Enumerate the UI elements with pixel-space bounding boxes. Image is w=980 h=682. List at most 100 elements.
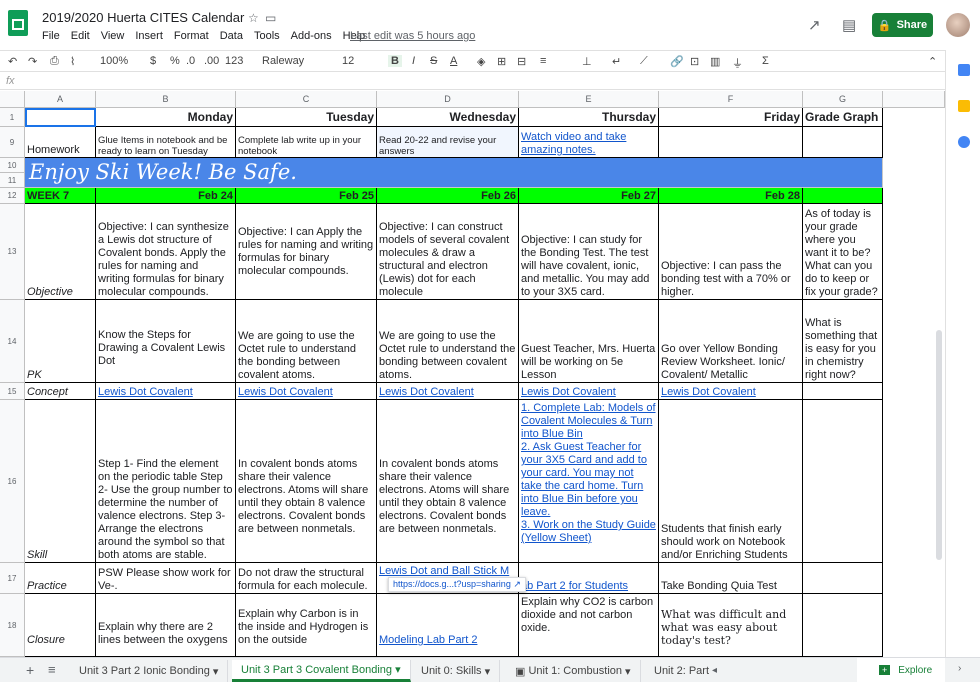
functions-icon[interactable]: Σ — [762, 55, 769, 67]
select-all-corner[interactable] — [0, 91, 25, 108]
cell-a12[interactable]: WEEK 7 — [25, 188, 96, 204]
cell-f13[interactable]: Objective: I can pass the bonding test w… — [659, 204, 803, 300]
cell-g16[interactable] — [803, 400, 883, 563]
cell-a16[interactable]: Skill — [25, 400, 96, 563]
col-header-b[interactable]: B — [96, 91, 236, 108]
cell-f14[interactable]: Go over Yellow Bonding Review Worksheet.… — [659, 300, 803, 383]
row-header-10[interactable]: 10 — [0, 158, 25, 173]
currency-button[interactable]: $ — [150, 55, 156, 67]
folder-icon[interactable]: ▭ — [265, 11, 276, 25]
col-header-c[interactable]: C — [236, 91, 377, 108]
cell-d18[interactable]: Modeling Lab Part 2 — [377, 594, 519, 657]
cell-b16[interactable]: Step 1- Find the element on the periodic… — [96, 400, 236, 563]
menu-addons[interactable]: Add-ons — [291, 30, 332, 42]
cell-g1[interactable]: Grade Graph — [803, 108, 883, 127]
tasks-icon[interactable] — [958, 136, 970, 148]
cell-f18[interactable]: What was difficult and what was easy abo… — [659, 594, 803, 657]
cell-d9[interactable]: Read 20-22 and revise your answers — [377, 127, 519, 158]
cell-c18[interactable]: Explain why Carbon is in the inside and … — [236, 594, 377, 657]
cell-g13[interactable]: As of today is your grade where you want… — [803, 204, 883, 300]
link-icon[interactable]: 🔗 — [670, 55, 684, 68]
row-header-13[interactable]: 13 — [0, 204, 25, 300]
fill-color-icon[interactable]: ◈ — [477, 55, 485, 68]
cell-f1[interactable]: Friday — [659, 108, 803, 127]
vertical-scrollbar[interactable] — [936, 330, 942, 560]
ski-week-banner[interactable]: Enjoy Ski Week! Be Safe. — [25, 158, 883, 188]
cell-g18[interactable] — [803, 594, 883, 657]
guest-teacher-link[interactable]: 2. Ask Guest Teacher for your 3X5 Card a… — [521, 441, 656, 519]
trend-icon[interactable]: ↗ — [808, 16, 821, 34]
print-icon[interactable]: ⎙ — [50, 55, 59, 68]
cell-e15[interactable]: Lewis Dot Covalent — [519, 383, 659, 400]
chart-icon[interactable]: ▥ — [710, 55, 720, 68]
cell-a18[interactable]: Closure — [25, 594, 96, 657]
tab-unit2-part[interactable]: Unit 2: Part — [645, 660, 718, 682]
cell-f17[interactable]: Take Bonding Quia Test — [659, 563, 803, 594]
share-button[interactable]: 🔒 Share — [872, 13, 933, 37]
text-color-button[interactable]: A — [450, 55, 457, 67]
col-header-g[interactable]: G — [803, 91, 883, 108]
cell-g17[interactable] — [803, 563, 883, 594]
cell-c13[interactable]: Objective: I can Apply the rules for nam… — [236, 204, 377, 300]
link-preview-chip[interactable]: https://docs.g...t?usp=sharing ↗ — [388, 577, 526, 592]
cell-e1[interactable]: Thursday — [519, 108, 659, 127]
scroll-left-icon[interactable]: ◂ — [712, 665, 717, 676]
star-icon[interactable]: ☆ — [248, 11, 259, 25]
row-header-14[interactable]: 14 — [0, 300, 25, 383]
more-formats-button[interactable]: 123 — [225, 55, 243, 67]
all-sheets-icon[interactable]: ≡ — [48, 662, 56, 677]
menu-file[interactable]: File — [42, 30, 60, 42]
row-header-12[interactable]: 12 — [0, 188, 25, 204]
cell-d14[interactable]: We are going to use the Octet rule to un… — [377, 300, 519, 383]
font-size-select[interactable]: 12 — [342, 55, 354, 67]
cell-e14[interactable]: Guest Teacher, Mrs. Huerta will be worki… — [519, 300, 659, 383]
menu-view[interactable]: View — [101, 30, 125, 42]
strikethrough-button[interactable]: S — [430, 55, 437, 67]
cell-a13[interactable]: Objective — [25, 204, 96, 300]
increase-decimal-button[interactable]: .00 — [204, 55, 219, 67]
tab-unit3-part2[interactable]: Unit 3 Part 2 Ionic Bonding ▾ — [70, 660, 229, 682]
study-guide-link[interactable]: 3. Work on the Study Guide (Yellow Sheet… — [521, 519, 656, 545]
cell-c17[interactable]: Do not draw the structural formula for e… — [236, 563, 377, 594]
cell-b9[interactable]: Glue Items in notebook and be ready to l… — [96, 127, 236, 158]
percent-button[interactable]: % — [170, 55, 180, 67]
menu-data[interactable]: Data — [220, 30, 243, 42]
cell-a14[interactable]: PK — [25, 300, 96, 383]
cell-f16[interactable]: Students that finish early should work o… — [659, 400, 803, 563]
cell-f9[interactable] — [659, 127, 803, 158]
row-header-16[interactable]: 16 — [0, 400, 25, 563]
cell-b17[interactable]: PSW Please show work for Ve-. — [96, 563, 236, 594]
sheets-logo-icon[interactable] — [8, 10, 28, 36]
row-header-15[interactable]: 15 — [0, 383, 25, 400]
cell-c9[interactable]: Complete lab write up in your notebook — [236, 127, 377, 158]
cell-e13[interactable]: Objective: I can study for the Bonding T… — [519, 204, 659, 300]
keep-icon[interactable] — [958, 100, 970, 112]
cell-a15[interactable]: Concept — [25, 383, 96, 400]
last-edit-link[interactable]: Last edit was 5 hours ago — [350, 30, 475, 42]
cell-e16[interactable]: 1. Complete Lab: Models of Covalent Mole… — [519, 400, 659, 563]
cell-c1[interactable]: Tuesday — [236, 108, 377, 127]
calendar-icon[interactable] — [958, 64, 970, 76]
cell-c12[interactable]: Feb 25 — [236, 188, 377, 204]
tab-unit3-part3[interactable]: Unit 3 Part 3 Covalent Bonding ▾ — [232, 660, 411, 682]
tab-unit0-skills[interactable]: Unit 0: Skills ▾ — [412, 660, 501, 682]
cell-g15[interactable] — [803, 383, 883, 400]
row-header-17[interactable]: 17 — [0, 563, 25, 594]
cell-b15[interactable]: Lewis Dot Covalent — [96, 383, 236, 400]
paint-format-icon[interactable]: ⌇ — [70, 55, 75, 68]
align-icon[interactable]: ≡ — [540, 55, 546, 67]
rotate-icon[interactable]: ⟋ — [640, 55, 648, 68]
cell-c14[interactable]: We are going to use the Octet rule to un… — [236, 300, 377, 383]
redo-icon[interactable]: ↷ — [28, 55, 37, 68]
zoom-select[interactable]: 100% — [100, 55, 128, 67]
undo-icon[interactable]: ↶ — [8, 55, 17, 68]
cell-d13[interactable]: Objective: I can construct models of sev… — [377, 204, 519, 300]
borders-icon[interactable]: ⊞ — [497, 55, 506, 68]
document-title[interactable]: 2019/2020 Huerta CITES Calendar — [42, 10, 244, 25]
row-header-9[interactable]: 9 — [0, 127, 25, 158]
cell-d12[interactable]: Feb 26 — [377, 188, 519, 204]
cell-b12[interactable]: Feb 24 — [96, 188, 236, 204]
col-header-a[interactable]: A — [25, 91, 96, 108]
cell-a17[interactable]: Practice — [25, 563, 96, 594]
cell-b1[interactable]: Monday — [96, 108, 236, 127]
